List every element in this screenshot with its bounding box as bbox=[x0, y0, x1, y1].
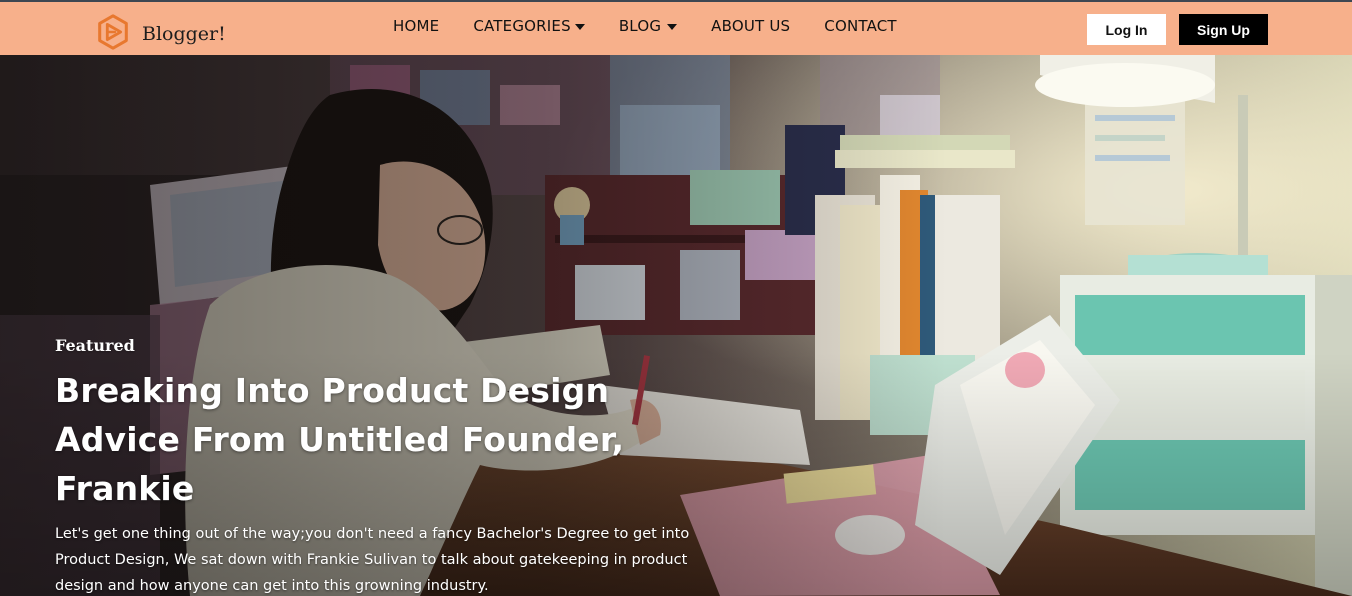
hero-banner[interactable]: Featured Breaking Into Product Design Ad… bbox=[0, 55, 1352, 596]
nav-contact[interactable]: CONTACT bbox=[824, 17, 897, 35]
navbar: Blogger! HOME CATEGORIES BLOG ABOUT US C… bbox=[0, 0, 1352, 55]
featured-post-title[interactable]: Breaking Into Product Design Advice From… bbox=[55, 366, 755, 513]
title-line-2: Advice From Untitled Founder, Frankie bbox=[55, 420, 625, 508]
featured-label: Featured bbox=[55, 336, 135, 355]
brand-logo-link[interactable]: Blogger! bbox=[94, 13, 226, 51]
caret-down-icon bbox=[574, 23, 585, 30]
featured-post-description: Let's get one thing out of the way;you d… bbox=[55, 526, 690, 594]
nav-home[interactable]: HOME bbox=[393, 17, 439, 35]
play-circle-logo-icon bbox=[98, 14, 128, 50]
caret-down-icon bbox=[667, 23, 678, 30]
nav-home-label: HOME bbox=[393, 17, 440, 35]
page: Blogger! HOME CATEGORIES BLOG ABOUT US C… bbox=[0, 0, 1352, 596]
nav-about-us-label: ABOUT US bbox=[711, 17, 791, 35]
title-line-1: Breaking Into Product Design bbox=[55, 371, 610, 410]
login-button[interactable]: Log In bbox=[1087, 14, 1166, 45]
nav-contact-label: CONTACT bbox=[824, 17, 897, 35]
nav-categories[interactable]: CATEGORIES bbox=[473, 17, 585, 35]
featured-post: Featured Breaking Into Product Design Ad… bbox=[55, 336, 755, 596]
nav-categories-label: CATEGORIES bbox=[473, 17, 571, 35]
nav-about-us[interactable]: ABOUT US bbox=[711, 17, 790, 35]
nav-blog[interactable]: BLOG bbox=[618, 17, 678, 35]
main-nav: HOME CATEGORIES BLOG ABOUT US CONTACT bbox=[393, 17, 897, 35]
signup-button[interactable]: Sign Up bbox=[1179, 14, 1268, 45]
nav-blog-label: BLOG bbox=[618, 17, 662, 35]
brand-name: Blogger! bbox=[142, 23, 226, 45]
